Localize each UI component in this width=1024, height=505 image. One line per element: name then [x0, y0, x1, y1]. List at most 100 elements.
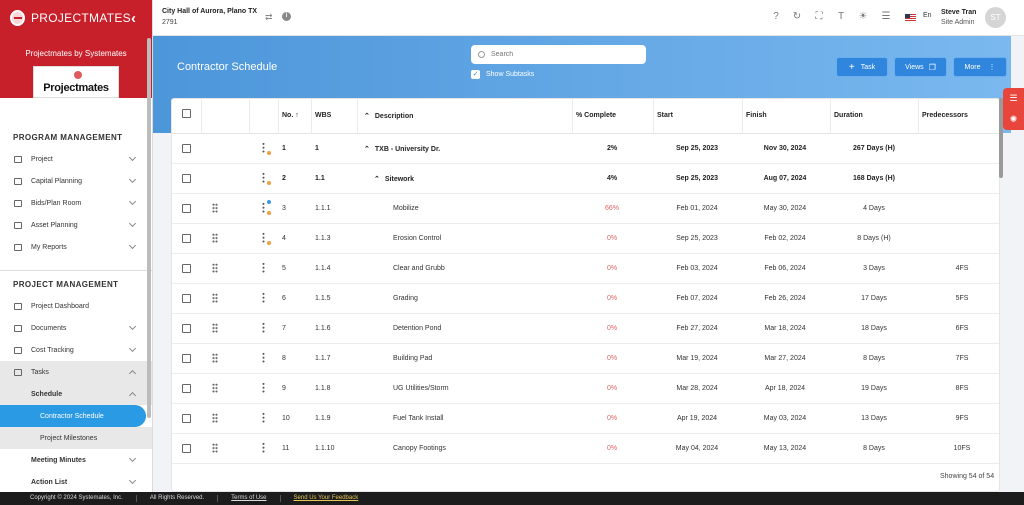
add-task-button[interactable]: + Task: [836, 57, 888, 77]
sidebar-item-capital-planning[interactable]: Capital Planning: [0, 170, 152, 192]
sidebar-item-tasks[interactable]: Tasks: [0, 361, 152, 383]
list-icon[interactable]: ☰: [880, 11, 892, 22]
building-icon: [14, 221, 22, 229]
drag-handle-icon[interactable]: [212, 413, 218, 423]
drag-handle-icon[interactable]: [212, 263, 218, 273]
sidebar-scrollbar[interactable]: [147, 38, 151, 418]
sidebar-item-project-milestones[interactable]: Project Milestones: [0, 427, 152, 449]
row-checkbox[interactable]: [182, 174, 191, 183]
row-checkbox[interactable]: [182, 324, 191, 333]
table-row[interactable]: 3 1.1.1 Mobilize 66% Feb 01, 2024 May 30, 202…: [172, 194, 999, 224]
table-row[interactable]: 4 1.1.3 Erosion Control 0% Sep 25, 2023 Feb 0…: [172, 224, 999, 254]
table-row[interactable]: 5 1.1.4 Clear and Grubb 0% Feb 03, 2024 Feb 0…: [172, 254, 999, 284]
sidebar-item-my-reports[interactable]: My Reports: [0, 236, 152, 258]
terms-link[interactable]: Terms of Use: [218, 495, 281, 502]
checkbox-checked-icon[interactable]: ✓: [471, 70, 480, 79]
drag-handle-icon[interactable]: [212, 353, 218, 363]
col-header-start[interactable]: Start: [657, 112, 673, 119]
row-actions-icon[interactable]: [262, 442, 265, 453]
collapse-caret-icon[interactable]: ⌃: [374, 176, 380, 183]
col-header-wbs[interactable]: WBS: [315, 112, 331, 119]
row-actions-icon[interactable]: [262, 232, 265, 243]
cell-wbs: 1.1.6: [315, 325, 331, 332]
row-actions-icon[interactable]: [262, 172, 265, 183]
drag-handle-icon[interactable]: [212, 293, 218, 303]
sidebar: PROJECTMATES ‹ Projectmates by Systemate…: [0, 0, 153, 492]
sidebar-item-schedule[interactable]: Schedule: [0, 383, 152, 405]
text-size-icon[interactable]: T: [835, 11, 847, 22]
sidebar-item-project[interactable]: Project: [0, 148, 152, 170]
theme-icon[interactable]: ☀: [857, 11, 869, 22]
switch-project-icon[interactable]: ⇄: [265, 12, 273, 23]
drag-handle-icon[interactable]: [212, 443, 218, 453]
row-checkbox[interactable]: [182, 234, 191, 243]
collapse-caret-icon[interactable]: ⌃: [364, 146, 370, 153]
row-checkbox[interactable]: [182, 144, 191, 153]
col-header-percent-complete[interactable]: % Complete: [576, 112, 616, 119]
section-program-management: PROGRAM MANAGEMENT: [13, 133, 123, 142]
sidebar-item-contractor-schedule[interactable]: Contractor Schedule: [0, 405, 146, 427]
row-actions-icon[interactable]: [262, 292, 265, 303]
sidebar-item-project-dashboard[interactable]: Project Dashboard: [0, 295, 152, 317]
sidebar-item-cost-tracking[interactable]: Cost Tracking: [0, 339, 152, 361]
row-checkbox[interactable]: [182, 384, 191, 393]
project-name[interactable]: City Hall of Aurora, Plano TX: [162, 8, 257, 15]
row-actions-icon[interactable]: [262, 262, 265, 273]
collapse-sidebar-icon[interactable]: ‹: [131, 10, 136, 27]
feedback-link[interactable]: Send Us Your Feedback: [281, 495, 372, 502]
select-all-checkbox[interactable]: [182, 109, 191, 118]
row-checkbox[interactable]: [182, 414, 191, 423]
user-name[interactable]: Steve Tran: [941, 9, 976, 16]
table-row[interactable]: 1 1 ⌃ TXB - University Dr. 2% Sep 25, 2023 Nov…: [172, 134, 999, 164]
row-checkbox[interactable]: [182, 354, 191, 363]
drag-handle-icon[interactable]: [212, 323, 218, 333]
sidebar-item-bids-plan-room[interactable]: Bids/Plan Room: [0, 192, 152, 214]
search-input[interactable]: [491, 51, 631, 58]
row-actions-icon[interactable]: [262, 322, 265, 333]
table-row[interactable]: 7 1.1.6 Detention Pond 0% Feb 27, 2024 Mar 18…: [172, 314, 999, 344]
sidebar-item-asset-planning[interactable]: Asset Planning: [0, 214, 152, 236]
col-header-description[interactable]: ⌃ Description: [364, 112, 413, 120]
task-description: Clear and Grubb: [393, 265, 445, 272]
table-row[interactable]: 6 1.1.5 Grading 0% Feb 07, 2024 Feb 26, 2024 1…: [172, 284, 999, 314]
views-button[interactable]: Views ❐: [894, 57, 947, 77]
sidebar-item-action-list[interactable]: Action List: [0, 471, 152, 492]
drag-handle-icon[interactable]: [212, 383, 218, 393]
row-actions-icon[interactable]: [262, 412, 265, 423]
table-row[interactable]: 8 1.1.7 Building Pad 0% Mar 19, 2024 Mar 27, …: [172, 344, 999, 374]
fullscreen-icon[interactable]: ⛶: [813, 11, 825, 22]
table-row[interactable]: 9 1.1.8 UG Utilities/Storm 0% Mar 28, 2024 Ap…: [172, 374, 999, 404]
row-actions-icon[interactable]: [262, 352, 265, 363]
sidebar-item-meeting-minutes[interactable]: Meeting Minutes: [0, 449, 152, 471]
row-checkbox[interactable]: [182, 204, 191, 213]
cell-finish: Apr 18, 2024: [764, 385, 806, 392]
avatar[interactable]: ST: [985, 7, 1006, 28]
language-selector[interactable]: En: [923, 12, 932, 19]
drag-handle-icon[interactable]: [212, 203, 218, 213]
gear-icon[interactable]: ✺: [1003, 109, 1024, 130]
row-actions-icon[interactable]: [262, 202, 265, 213]
sidebar-item-documents[interactable]: Documents: [0, 317, 152, 339]
col-header-duration[interactable]: Duration: [834, 112, 863, 119]
table-row[interactable]: 2 1.1 ⌃ Sitework 4% Sep 25, 2023 Aug 07, 2024 1…: [172, 164, 999, 194]
cell-pred: 10FS: [953, 445, 971, 452]
row-actions-icon[interactable]: [262, 382, 265, 393]
row-checkbox[interactable]: [182, 294, 191, 303]
col-header-finish[interactable]: Finish: [746, 112, 767, 119]
more-button[interactable]: More ⋮: [953, 57, 1007, 77]
help-icon[interactable]: ?: [770, 11, 782, 22]
table-row[interactable]: 10 1.1.9 Fuel Tank Install 0% Apr 19, 2024 Ma…: [172, 404, 999, 434]
filter-settings-icon[interactable]: ☰: [1003, 88, 1024, 109]
col-header-predecessors[interactable]: Predecessors: [922, 112, 968, 119]
row-checkbox[interactable]: [182, 444, 191, 453]
col-header-no[interactable]: No. ↑: [282, 112, 299, 119]
show-subtasks-toggle[interactable]: ✓ Show Subtasks: [471, 70, 534, 79]
row-checkbox[interactable]: [182, 264, 191, 273]
table-row[interactable]: 11 1.1.10 Canopy Footings 0% May 04, 2024 May…: [172, 434, 999, 464]
refresh-icon[interactable]: ↻: [791, 11, 803, 22]
us-flag-icon[interactable]: [905, 14, 916, 21]
info-icon[interactable]: i: [282, 12, 291, 21]
row-actions-icon[interactable]: [262, 142, 265, 153]
drag-handle-icon[interactable]: [212, 233, 218, 243]
search-box[interactable]: [471, 45, 646, 64]
